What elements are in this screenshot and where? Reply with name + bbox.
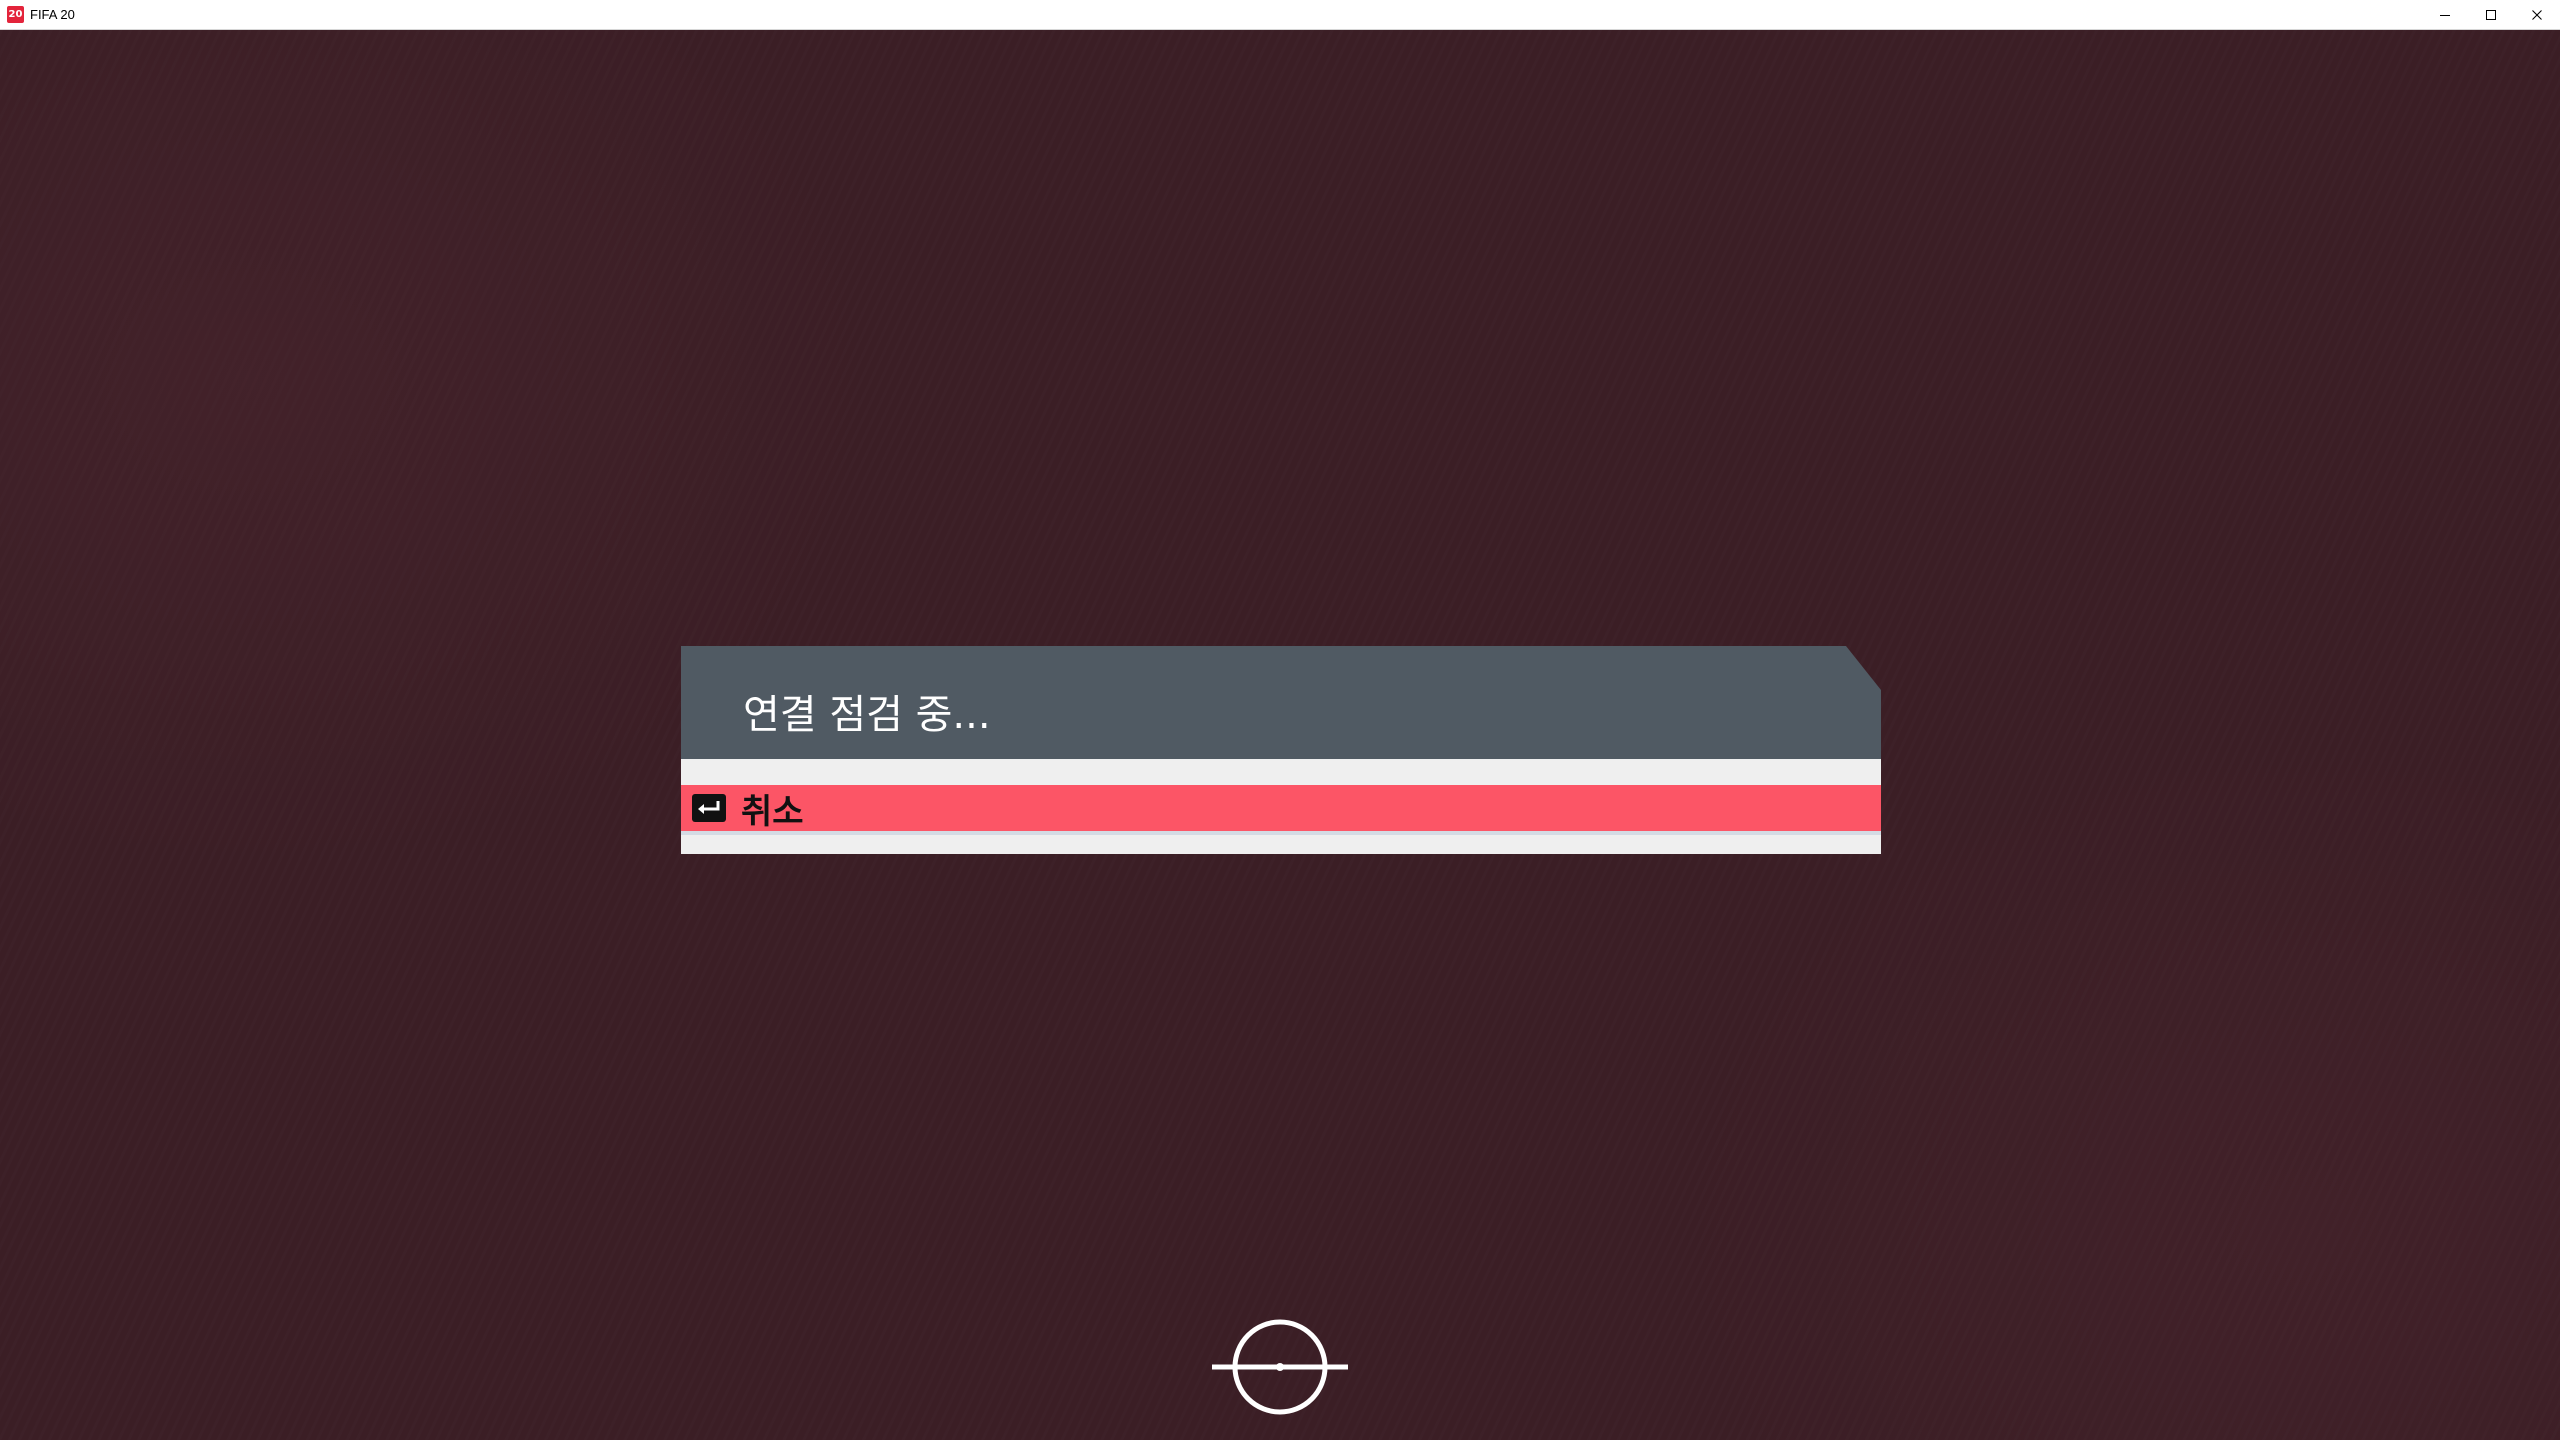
cancel-label: 취소	[741, 791, 804, 832]
minimize-icon	[2440, 14, 2450, 16]
fifa-app-icon: 20	[7, 6, 24, 23]
window-title: FIFA 20	[30, 7, 75, 22]
cancel-button[interactable]: 취소	[681, 785, 1881, 835]
window-controls	[2422, 0, 2560, 29]
window-title-bar[interactable]: 20 FIFA 20	[0, 0, 2560, 30]
maximize-icon	[2486, 9, 2496, 20]
connection-check-dialog: 연결 점검 중... 취소	[681, 646, 1881, 854]
dialog-header: 연결 점검 중...	[681, 646, 1881, 759]
close-button[interactable]	[2514, 0, 2560, 29]
close-icon	[2532, 9, 2542, 20]
dialog-title: 연결 점검 중...	[743, 692, 991, 738]
return-arrow-icon	[692, 794, 726, 822]
dialog-body: 취소	[681, 759, 1881, 854]
maximize-button[interactable]	[2468, 0, 2514, 29]
loading-spinner-icon	[1212, 1319, 1348, 1415]
minimize-button[interactable]	[2422, 0, 2468, 29]
